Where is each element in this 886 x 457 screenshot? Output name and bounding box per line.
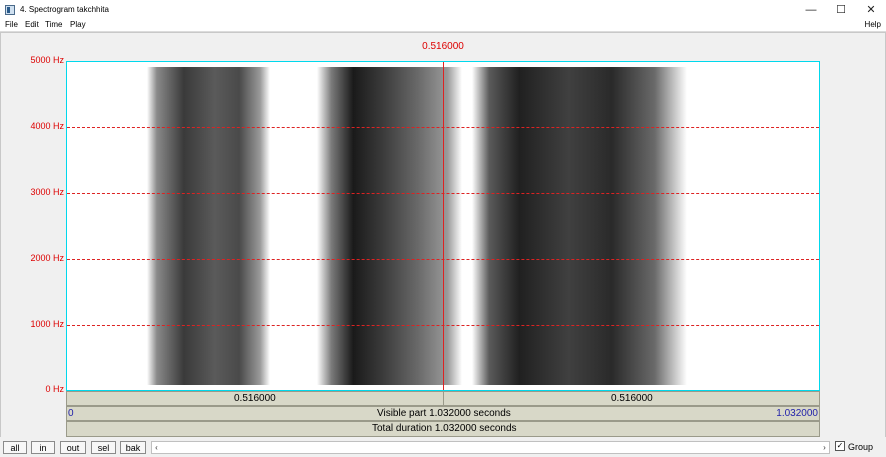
menu-help[interactable]: Help bbox=[865, 20, 881, 29]
praat-window-icon bbox=[5, 4, 15, 15]
segment-left-duration: 0.516000 bbox=[234, 393, 276, 404]
zoom-back-button[interactable]: bak bbox=[120, 441, 146, 454]
menu-edit[interactable]: Edit bbox=[25, 20, 39, 29]
minimize-button[interactable]: — bbox=[796, 0, 826, 19]
y-tick-1000: 1000 Hz bbox=[30, 319, 64, 329]
maximize-button[interactable]: ☐ bbox=[826, 0, 856, 19]
visible-part-bar[interactable]: 0 Visible part 1.032000 seconds 1.032000 bbox=[66, 406, 820, 421]
segment-right-duration: 0.516000 bbox=[611, 393, 653, 404]
zoom-all-button[interactable]: all bbox=[3, 441, 27, 454]
y-tick-5000: 5000 Hz bbox=[30, 55, 64, 65]
spectrogram-segment-1 bbox=[147, 67, 270, 385]
menu-play[interactable]: Play bbox=[70, 20, 86, 29]
y-tick-2000: 2000 Hz bbox=[30, 253, 64, 263]
visible-end-time: 1.032000 bbox=[776, 408, 818, 419]
visible-part-label: Visible part 1.032000 seconds bbox=[377, 408, 511, 419]
visible-start-time: 0 bbox=[68, 408, 74, 419]
zoom-in-button[interactable]: in bbox=[31, 441, 55, 454]
cursor-time-label: 0.516000 bbox=[422, 41, 464, 52]
segment-divider bbox=[443, 392, 444, 405]
spectrogram-plot[interactable] bbox=[66, 61, 820, 391]
group-checkbox[interactable]: ✓ bbox=[835, 441, 845, 451]
window-title: 4. Spectrogram takchhita bbox=[20, 5, 109, 14]
y-tick-0: 0 Hz bbox=[45, 384, 64, 394]
y-tick-3000: 3000 Hz bbox=[30, 187, 64, 197]
segment-bar[interactable]: 0.516000 0.516000 bbox=[66, 391, 820, 406]
total-duration-bar[interactable]: Total duration 1.032000 seconds bbox=[66, 421, 820, 437]
scroll-left-icon[interactable]: ‹ bbox=[152, 442, 161, 453]
group-label: Group bbox=[848, 442, 874, 452]
time-scrollbar[interactable]: ‹ › bbox=[151, 441, 830, 454]
close-button[interactable]: ✕ bbox=[856, 0, 886, 19]
spectrogram-segment-3 bbox=[472, 67, 687, 385]
zoom-selection-button[interactable]: sel bbox=[91, 441, 116, 454]
spectrogram-segment-2 bbox=[317, 67, 462, 385]
menu-bar: File Edit Time Play Help bbox=[0, 19, 886, 32]
zoom-out-button[interactable]: out bbox=[60, 441, 86, 454]
window-controls: — ☐ ✕ bbox=[796, 0, 886, 19]
total-duration-label: Total duration 1.032000 seconds bbox=[372, 423, 517, 434]
menu-file[interactable]: File bbox=[5, 20, 18, 29]
bottom-toolbar: all in out sel bak ‹ › ✓ Group bbox=[0, 438, 886, 457]
y-tick-4000: 4000 Hz bbox=[30, 121, 64, 131]
menu-time[interactable]: Time bbox=[45, 20, 62, 29]
title-bar: 4. Spectrogram takchhita — ☐ ✕ bbox=[0, 0, 886, 19]
scroll-right-icon[interactable]: › bbox=[820, 442, 829, 453]
time-cursor[interactable] bbox=[443, 62, 444, 390]
